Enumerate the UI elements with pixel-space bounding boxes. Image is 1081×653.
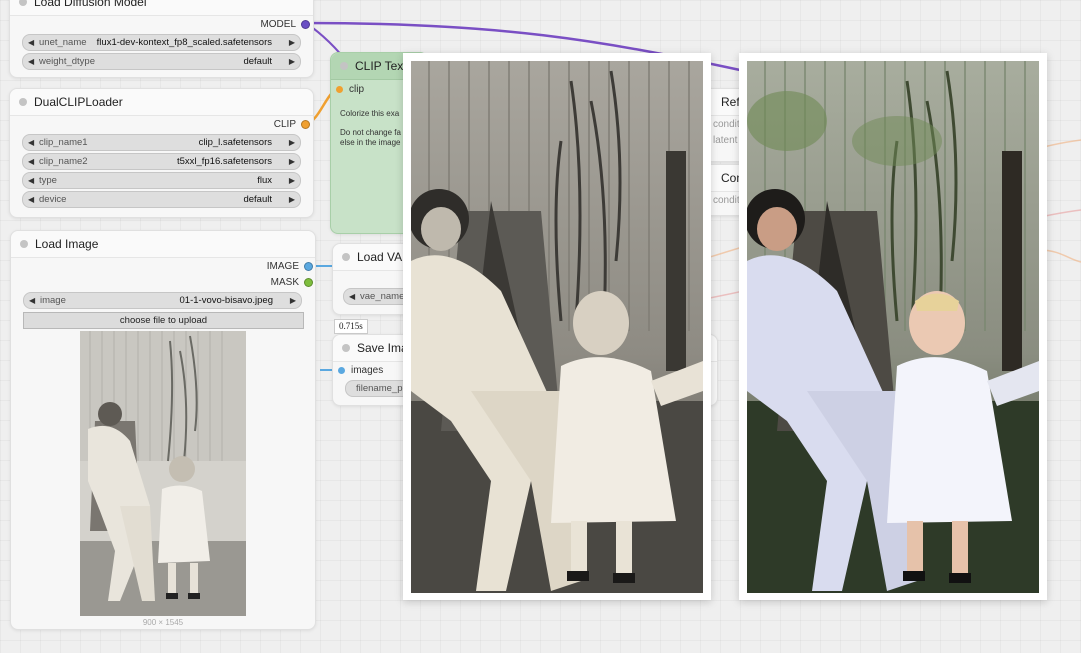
prompt-line: else in the image [340, 138, 401, 147]
dual-clip-loader-node[interactable]: DualCLIPLoader CLIP ◀ clip_name1 clip_l.… [9, 88, 314, 218]
node-title: Save Ima [357, 341, 408, 355]
after-photo-frame [739, 53, 1047, 600]
clip-input-label: clip [349, 84, 365, 95]
image-output-slot[interactable]: IMAGE [267, 261, 313, 272]
after-photo [747, 61, 1039, 593]
execution-time-badge: 0.715s [334, 319, 368, 334]
conditioning-input-slot[interactable]: conditi [713, 119, 742, 130]
node-title: Load Diffusion Model [34, 0, 147, 9]
arrow-left-icon[interactable]: ◀ [28, 173, 34, 188]
model-port-icon[interactable] [301, 19, 310, 29]
node-title: DualCLIPLoader [34, 95, 123, 109]
collapse-dot-icon[interactable] [342, 253, 350, 261]
node-title: Load Image [35, 237, 99, 251]
image-combo[interactable]: ◀ image 01-1-vovo-bisavo.jpeg ▶ [23, 292, 302, 309]
collapse-dot-icon[interactable] [342, 344, 350, 352]
collapse-dot-icon[interactable] [19, 0, 27, 6]
arrow-right-icon[interactable]: ▶ [289, 154, 295, 169]
node-title-bar[interactable]: Load Diffusion Model [10, 0, 313, 16]
clip-output-label: CLIP [273, 119, 296, 130]
image-port-icon[interactable] [304, 261, 313, 271]
widget-label: device [39, 194, 67, 205]
widget-value: clip_l.safetensors [198, 137, 272, 148]
widget-value: flux1-dev-kontext_fp8_scaled.safetensors [96, 37, 272, 48]
widget-value: default [243, 194, 272, 205]
images-input-label: images [351, 365, 384, 376]
clip-input-port-icon[interactable] [336, 85, 343, 93]
arrow-left-icon[interactable]: ◀ [28, 192, 34, 207]
widget-label: clip_name1 [39, 137, 88, 148]
arrow-left-icon[interactable]: ◀ [28, 135, 34, 150]
widget-label: weight_dtype [39, 56, 95, 67]
weight-dtype-combo[interactable]: ◀ weight_dtype default ▶ [22, 53, 301, 70]
widget-label: type [39, 175, 57, 186]
mask-output-label: MASK [270, 277, 299, 288]
choose-file-button[interactable]: choose file to upload [23, 312, 304, 329]
clip-name1-combo[interactable]: ◀ clip_name1 clip_l.safetensors ▶ [22, 134, 301, 151]
arrow-right-icon[interactable]: ▶ [289, 192, 295, 207]
arrow-right-icon[interactable]: ▶ [289, 35, 295, 50]
mask-output-slot[interactable]: MASK [271, 277, 313, 288]
widget-value: 01-1-vovo-bisavo.jpeg [179, 295, 273, 306]
clip-port-icon[interactable] [301, 119, 310, 129]
widget-label: clip_name2 [39, 156, 88, 167]
after-photo-art [747, 61, 1039, 593]
widget-label: filename_p [356, 383, 403, 394]
arrow-right-icon[interactable]: ▶ [290, 293, 296, 308]
arrow-left-icon[interactable]: ◀ [28, 54, 34, 69]
image-preview [80, 331, 246, 616]
node-title-bar[interactable]: Load Image [11, 231, 315, 258]
collapse-dot-icon[interactable] [19, 98, 27, 106]
widget-value: default [243, 56, 272, 67]
arrow-right-icon[interactable]: ▶ [289, 54, 295, 69]
widget-value: flux [257, 175, 272, 186]
unet-name-combo[interactable]: ◀ unet_name flux1-dev-kontext_fp8_scaled… [22, 34, 301, 51]
type-combo[interactable]: ◀ type flux ▶ [22, 172, 301, 189]
widget-label: unet_name [39, 37, 87, 48]
widget-label: image [40, 295, 66, 306]
before-photo-frame [403, 53, 711, 600]
load-image-node[interactable]: Load Image IMAGE MASK ◀ image 01-1-vovo-… [10, 230, 316, 630]
image-output-label: IMAGE [266, 261, 299, 272]
clip-name2-combo[interactable]: ◀ clip_name2 t5xxl_fp16.safetensors ▶ [22, 153, 301, 170]
node-title-bar[interactable]: DualCLIPLoader [10, 89, 313, 116]
arrow-left-icon[interactable]: ◀ [28, 35, 34, 50]
arrow-left-icon[interactable]: ◀ [29, 293, 35, 308]
node-title: CLIP Text [355, 59, 407, 73]
clip-output-slot[interactable]: CLIP [274, 119, 310, 130]
collapse-dot-icon[interactable] [340, 62, 348, 70]
before-photo [411, 61, 703, 593]
device-combo[interactable]: ◀ device default ▶ [22, 191, 301, 208]
images-input-port-icon[interactable] [338, 366, 345, 374]
prompt-line: Colorize this exa [340, 109, 400, 118]
conditioning-input-slot[interactable]: conditi [713, 195, 742, 206]
arrow-left-icon[interactable]: ◀ [349, 289, 355, 304]
latent-input-slot[interactable]: latent [713, 135, 737, 146]
load-diffusion-model-node[interactable]: Load Diffusion Model MODEL ◀ unet_name f… [9, 0, 314, 78]
mask-port-icon[interactable] [304, 277, 313, 287]
collapse-dot-icon[interactable] [20, 240, 28, 248]
images-input-slot[interactable]: images [338, 365, 383, 376]
widget-value: t5xxl_fp16.safetensors [176, 156, 272, 167]
image-size-label: 900 × 1545 [142, 618, 184, 627]
model-output-label: MODEL [260, 19, 296, 30]
clip-input-slot[interactable]: clip [336, 84, 364, 95]
widget-label: vae_name [360, 291, 405, 302]
preview-photo-art [80, 331, 246, 616]
arrow-right-icon[interactable]: ▶ [289, 135, 295, 150]
model-output-slot[interactable]: MODEL [260, 19, 310, 30]
arrow-right-icon[interactable]: ▶ [289, 173, 295, 188]
before-photo-art [411, 61, 703, 593]
arrow-left-icon[interactable]: ◀ [28, 154, 34, 169]
